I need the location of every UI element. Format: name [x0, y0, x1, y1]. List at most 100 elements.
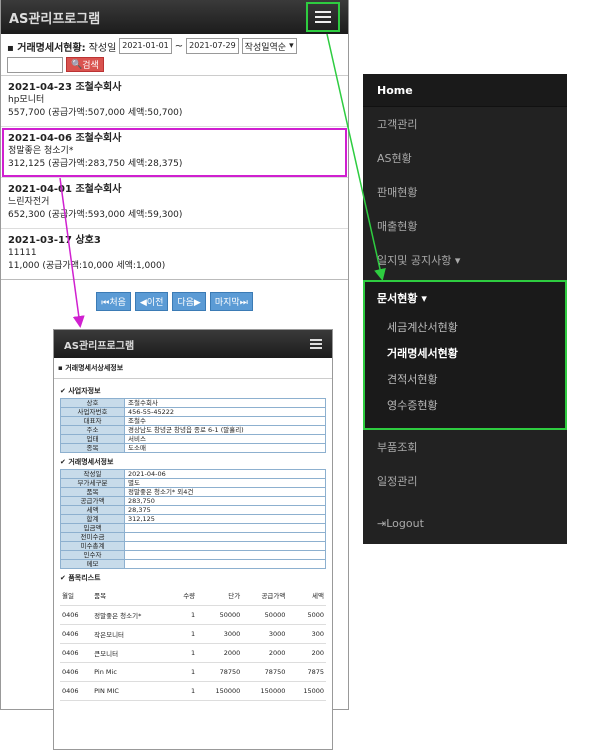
menu-item-schedule[interactable]: 일정관리	[363, 464, 567, 498]
item-amount: 312,125 (공급가액:283,750 세액:28,375)	[8, 159, 183, 169]
sort-select[interactable]: 작성일역순 ▾	[241, 38, 297, 54]
items-cell: 작은모니터	[92, 624, 173, 644]
menu-home[interactable]: Home	[363, 74, 567, 107]
menu-item-journal[interactable]: 일지및 공지사항 ▾	[363, 243, 567, 277]
stmt-key: 품목	[60, 487, 125, 497]
stmt-value	[124, 559, 326, 569]
stmt-key: 전미수금	[60, 532, 125, 542]
biz-row: 업태 서비스	[60, 434, 326, 444]
next-page-button[interactable]: 다음▶	[172, 292, 206, 311]
item-product: 느린자전거	[8, 197, 50, 207]
items-cell: 3000	[242, 624, 288, 644]
items-head-cell: 단가	[197, 586, 243, 606]
items-cell: 5000	[287, 605, 326, 625]
filter-label: 거래명세서현황:	[17, 42, 86, 54]
biz-key: 상호	[60, 398, 125, 408]
list-item-highlighted[interactable]: 2021-04-06 조철수회사 정말좋은 청소기* 312,125 (공급가액…	[1, 127, 348, 178]
menu-item-customer[interactable]: 고객관리	[363, 107, 567, 141]
items-cell: 1	[172, 662, 198, 682]
submenu-statement[interactable]: 거래명세서현황	[365, 340, 565, 366]
items-cell: 150000	[197, 681, 243, 701]
app-title: AS관리프로그램	[9, 11, 101, 27]
list-item[interactable]: 2021-04-23 조철수회사 hp모니터 557,700 (공급가액:507…	[1, 76, 348, 127]
biz-value: 조철수	[124, 416, 326, 426]
menu-item-parts[interactable]: 부품조회	[363, 430, 567, 464]
submenu-tax-invoice[interactable]: 세금계산서현황	[365, 314, 565, 340]
prev-label: 이전	[146, 298, 164, 308]
menu-item-as[interactable]: AS현황	[363, 141, 567, 175]
stmt-row: 세액 28,375	[60, 505, 326, 515]
stmt-key: 합계	[60, 514, 125, 524]
last-page-button[interactable]: 마지막⏭	[209, 292, 253, 311]
tilde: ~	[174, 40, 184, 52]
stmt-key: 미수총계	[60, 541, 125, 551]
biz-key: 대표자	[60, 416, 125, 426]
item-amount: 557,700 (공급가액:507,000 세액:50,700)	[8, 108, 183, 118]
item-product: hp모니터	[8, 95, 45, 105]
search-input[interactable]	[7, 57, 63, 73]
stmt-row: 공급가액 283,750	[60, 496, 326, 506]
date-field-label: 작성일	[88, 42, 117, 54]
prev-page-button[interactable]: ◀이전	[134, 292, 169, 311]
items-cell: 7875	[287, 662, 326, 682]
stmt-row: 미수총계	[60, 541, 326, 551]
detail-screen: AS관리프로그램 ▪ 거래명세서상세정보 ✔ 사업자정보 상호 조철수회사 사업자번…	[53, 329, 333, 750]
table-row: 0406 PIN MIC 1 150000 150000 15000	[60, 681, 326, 701]
stmt-key: 작성일	[60, 469, 125, 479]
item-title: 2021-04-06 조철수회사	[8, 133, 122, 144]
stmt-title: 거래명세서정보	[68, 458, 114, 466]
items-cell: 1	[172, 605, 198, 625]
stmt-key: 공급가액	[60, 496, 125, 506]
pagination: ⏮처음 ◀이전 다음▶ 마지막⏭	[1, 292, 348, 311]
table-row: 0406 작은모니터 1 3000 3000 300	[60, 624, 326, 644]
app-header: AS관리프로그램	[1, 0, 348, 34]
stmt-row: 인수자	[60, 550, 326, 560]
hamburger-menu-icon[interactable]	[306, 2, 340, 32]
stmt-row: 부가세구분 별도	[60, 478, 326, 488]
date-from-input[interactable]: 2021-01-01	[119, 38, 172, 54]
items-cell: 200	[287, 643, 326, 663]
list-item[interactable]: 2021-04-01 조철수회사 느린자전거 652,300 (공급가액:593…	[1, 178, 348, 229]
stmt-key: 세액	[60, 505, 125, 515]
date-to-input[interactable]: 2021-07-29	[186, 38, 239, 54]
stmt-value: 2021-04-06	[124, 469, 326, 479]
submenu-receipt[interactable]: 영수증현황	[365, 392, 565, 418]
documents-label: 문서현황	[377, 292, 418, 305]
stmt-row: 메모	[60, 559, 326, 569]
table-row: 0406 정말좋은 청소기* 1 50000 50000 5000	[60, 605, 326, 625]
items-cell: 0406	[60, 624, 93, 644]
items-cell: 정말좋은 청소기*	[92, 605, 173, 625]
caret-down-icon: ▾	[421, 291, 427, 305]
next-label: 다음	[177, 298, 194, 308]
stmt-row: 입금액	[60, 523, 326, 533]
biz-value: 조철수회사	[124, 398, 326, 408]
items-cell: Pin Mic	[92, 662, 173, 682]
menu-item-documents[interactable]: 문서현황 ▾	[365, 282, 565, 314]
items-cell: 0406	[60, 643, 93, 663]
items-cell: 1	[172, 681, 198, 701]
items-cell: 큰모니터	[92, 643, 173, 663]
stmt-key: 인수자	[60, 550, 125, 560]
detail-page-title: ▪ 거래명세서상세정보	[54, 358, 332, 379]
list-item[interactable]: 2021-03-17 상호3 11111 11,000 (공급가액:10,000…	[1, 229, 348, 280]
table-row: 0406 Pin Mic 1 78750 78750 7875	[60, 662, 326, 682]
items-head-cell: 공급가액	[242, 586, 288, 606]
items-cell: 2000	[242, 643, 288, 663]
first-page-button[interactable]: ⏮처음	[96, 292, 131, 311]
hamburger-menu-icon[interactable]	[310, 339, 322, 349]
menu-item-logout[interactable]: ⇥ Logout	[363, 506, 567, 540]
search-label: 검색	[82, 61, 99, 71]
items-cell: 300	[287, 624, 326, 644]
stmt-key: 입금액	[60, 523, 125, 533]
item-amount: 11,000 (공급가액:10,000 세액:1,000)	[8, 261, 166, 271]
search-button[interactable]: 🔍 검색	[66, 57, 104, 72]
submenu-quote[interactable]: 견적서현황	[365, 366, 565, 392]
biz-key: 업태	[60, 434, 125, 444]
menu-item-sales[interactable]: 판매현황	[363, 175, 567, 209]
biz-key: 사업자번호	[60, 407, 125, 417]
menu-item-revenue[interactable]: 매출현황	[363, 209, 567, 243]
stmt-table: 작성일 2021-04-06 부가세구분 별도 품목 정말좋은 청소기* 외4건 공급가액 2…	[60, 469, 326, 569]
item-amount: 652,300 (공급가액:593,000 세액:59,300)	[8, 210, 183, 220]
items-head: 월일 품목 수량 단가 공급가액 세액	[60, 586, 326, 606]
items-head-cell: 세액	[287, 586, 326, 606]
